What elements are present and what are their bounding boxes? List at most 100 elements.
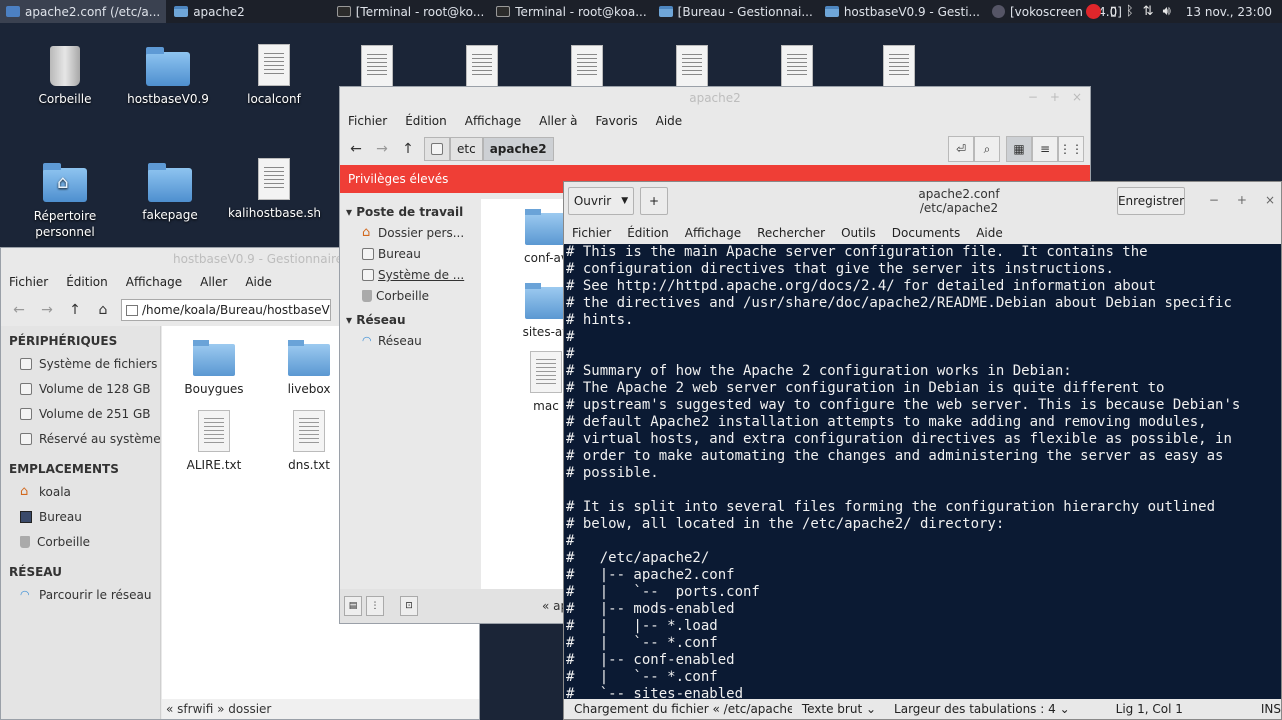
- tab-width-selector[interactable]: Largeur des tabulations : 4 ⌄: [894, 702, 1070, 716]
- folder-icon: [658, 6, 673, 17]
- navigation-toolbar: ← → ↑ etc apache2 ⏎ ⌕ ▦ ≡ ⋮⋮: [340, 133, 1090, 165]
- tree-heading-network[interactable]: ▾ Réseau: [340, 307, 480, 331]
- menu-aller[interactable]: Aller: [200, 275, 227, 289]
- record-icon[interactable]: [1085, 4, 1101, 19]
- task-bureau[interactable]: [Bureau - Gestionnai...: [653, 0, 819, 23]
- close-icon[interactable]: ×: [1265, 193, 1275, 207]
- path-toggle-icon[interactable]: ⏎: [948, 136, 974, 162]
- tree-item-network[interactable]: ◠ Réseau: [340, 331, 480, 352]
- menu-affichage[interactable]: Affichage: [465, 114, 521, 128]
- menu-edition[interactable]: Édition: [405, 114, 447, 128]
- task-terminal-2[interactable]: Terminal - root@koa...: [490, 0, 652, 23]
- file-item-bouygues[interactable]: Bouygues: [164, 340, 264, 396]
- sidebar-item-browse-network[interactable]: ◠ Parcourir le réseau: [1, 583, 160, 608]
- close-icon[interactable]: ×: [1072, 90, 1082, 104]
- desktop-icon-home[interactable]: Répertoire personnel: [19, 163, 111, 240]
- clock[interactable]: 13 nov., 23:00: [1186, 5, 1272, 19]
- window-title[interactable]: apache2 − + ×: [340, 87, 1090, 109]
- task-label: apache2: [193, 4, 245, 19]
- menu-aller-a[interactable]: Aller à: [539, 114, 577, 128]
- minimize-icon[interactable]: −: [1209, 193, 1219, 207]
- save-button[interactable]: Enregistrer: [1117, 187, 1185, 215]
- menu-favoris[interactable]: Favoris: [596, 114, 638, 128]
- document-icon[interactable]: [781, 45, 813, 87]
- compact-view-icon[interactable]: ⋮⋮: [1058, 136, 1084, 162]
- tree-heading-label: Réseau: [356, 313, 406, 327]
- document-icon[interactable]: [571, 45, 603, 87]
- sidebar-tree: ▾ Poste de travail ⌂ Dossier pers... Bure…: [340, 199, 480, 589]
- sidebar-item-filesystem[interactable]: Système de fichiers: [1, 352, 160, 377]
- places-toggle-icon[interactable]: ▤: [344, 596, 362, 616]
- menu-fichier[interactable]: Fichier: [9, 275, 48, 289]
- back-arrow-icon[interactable]: ←: [9, 300, 29, 320]
- sidebar-item-label: Réservé au système: [39, 432, 161, 446]
- task-apache-folder[interactable]: apache2: [168, 0, 251, 23]
- tree-toggle-icon[interactable]: ⋮: [366, 596, 384, 616]
- home-icon[interactable]: ⌂: [93, 300, 113, 320]
- sidebar-item-volume-251[interactable]: Volume de 251 GB: [1, 402, 160, 427]
- document-icon: [258, 44, 290, 86]
- location-field[interactable]: /home/koala/Bureau/hostbaseV0.9/: [121, 299, 331, 321]
- tree-item-home[interactable]: ⌂ Dossier pers...: [340, 223, 480, 244]
- open-button[interactable]: Ouvrir ▼: [568, 187, 634, 215]
- sidebar: PÉRIPHÉRIQUES Système de fichiers Volume…: [1, 326, 161, 719]
- folder-icon: [146, 47, 190, 86]
- menu-rechercher[interactable]: Rechercher: [757, 226, 825, 240]
- minimize-icon[interactable]: −: [1028, 90, 1038, 104]
- menu-aide[interactable]: Aide: [656, 114, 683, 128]
- forward-arrow-icon[interactable]: →: [372, 139, 392, 159]
- sidebar-item-corbeille[interactable]: Corbeille: [1, 530, 160, 555]
- task-hostbase[interactable]: hostbaseV0.9 - Gesti...: [819, 0, 986, 23]
- desktop-icon-fakepage[interactable]: fakepage: [124, 163, 216, 222]
- maximize-icon[interactable]: +: [1050, 90, 1060, 104]
- search-icon[interactable]: ⌕: [974, 136, 1000, 162]
- tree-item-filesystem[interactable]: Système de ...: [340, 265, 480, 286]
- sidebar-item-koala[interactable]: ⌂ koala: [1, 480, 160, 505]
- up-arrow-icon[interactable]: ↑: [65, 300, 85, 320]
- desktop-icon-trash[interactable]: Corbeille: [19, 46, 111, 106]
- new-document-button[interactable]: +: [640, 187, 668, 215]
- desktop-icon-localconf[interactable]: localconf: [228, 44, 320, 106]
- document-icon[interactable]: [466, 45, 498, 87]
- battery-icon[interactable]: ▯: [1110, 4, 1117, 19]
- menu-aide[interactable]: Aide: [976, 226, 1003, 240]
- up-arrow-icon[interactable]: ↑: [398, 139, 418, 159]
- document-icon[interactable]: [883, 45, 915, 87]
- list-view-icon[interactable]: ≡: [1032, 136, 1058, 162]
- forward-arrow-icon[interactable]: →: [37, 300, 57, 320]
- menu-outils[interactable]: Outils: [841, 226, 876, 240]
- task-terminal-1[interactable]: [Terminal - root@ko...: [331, 0, 491, 23]
- document-icon[interactable]: [361, 45, 393, 87]
- menu-edition[interactable]: Édition: [66, 275, 108, 289]
- crumb-apache2[interactable]: apache2: [482, 137, 554, 161]
- desktop-icon-kalihostbase[interactable]: kalihostbase.sh: [228, 158, 321, 220]
- close-pane-icon[interactable]: ⊡: [400, 596, 418, 616]
- crumb-etc[interactable]: etc: [450, 137, 483, 161]
- sidebar-item-volume-128[interactable]: Volume de 128 GB: [1, 377, 160, 402]
- maximize-icon[interactable]: +: [1237, 193, 1247, 207]
- desktop-icon-hostbase[interactable]: hostbaseV0.9: [122, 47, 214, 106]
- network-icon[interactable]: ⇅: [1143, 4, 1154, 19]
- icon-view-icon[interactable]: ▦: [1006, 136, 1032, 162]
- menu-fichier[interactable]: Fichier: [572, 226, 611, 240]
- menu-affichage[interactable]: Affichage: [126, 275, 182, 289]
- tree-item-trash[interactable]: Corbeille: [340, 286, 480, 307]
- tree-item-bureau[interactable]: Bureau: [340, 244, 480, 265]
- menu-aide[interactable]: Aide: [245, 275, 272, 289]
- drive-crumb[interactable]: [424, 137, 450, 161]
- sidebar-item-reserved[interactable]: Réservé au système: [1, 427, 161, 452]
- task-gedit[interactable]: apache2.conf (/etc/a...: [0, 0, 167, 23]
- menu-documents[interactable]: Documents: [892, 226, 960, 240]
- menu-affichage[interactable]: Affichage: [685, 226, 741, 240]
- tree-heading-workstation[interactable]: ▾ Poste de travail: [340, 199, 480, 223]
- back-arrow-icon[interactable]: ←: [346, 139, 366, 159]
- bluetooth-icon[interactable]: ᛒ: [1126, 4, 1134, 19]
- document-icon[interactable]: [676, 45, 708, 87]
- text-editor-area[interactable]: # This is the main Apache server configu…: [564, 244, 1281, 699]
- file-item-alire[interactable]: ALIRE.txt: [164, 410, 264, 472]
- menu-fichier[interactable]: Fichier: [348, 114, 387, 128]
- volume-icon[interactable]: 🔊︎: [1163, 4, 1171, 19]
- menu-edition[interactable]: Édition: [627, 226, 669, 240]
- syntax-selector[interactable]: Texte brut ⌄: [802, 702, 876, 716]
- sidebar-item-bureau[interactable]: Bureau: [1, 505, 160, 530]
